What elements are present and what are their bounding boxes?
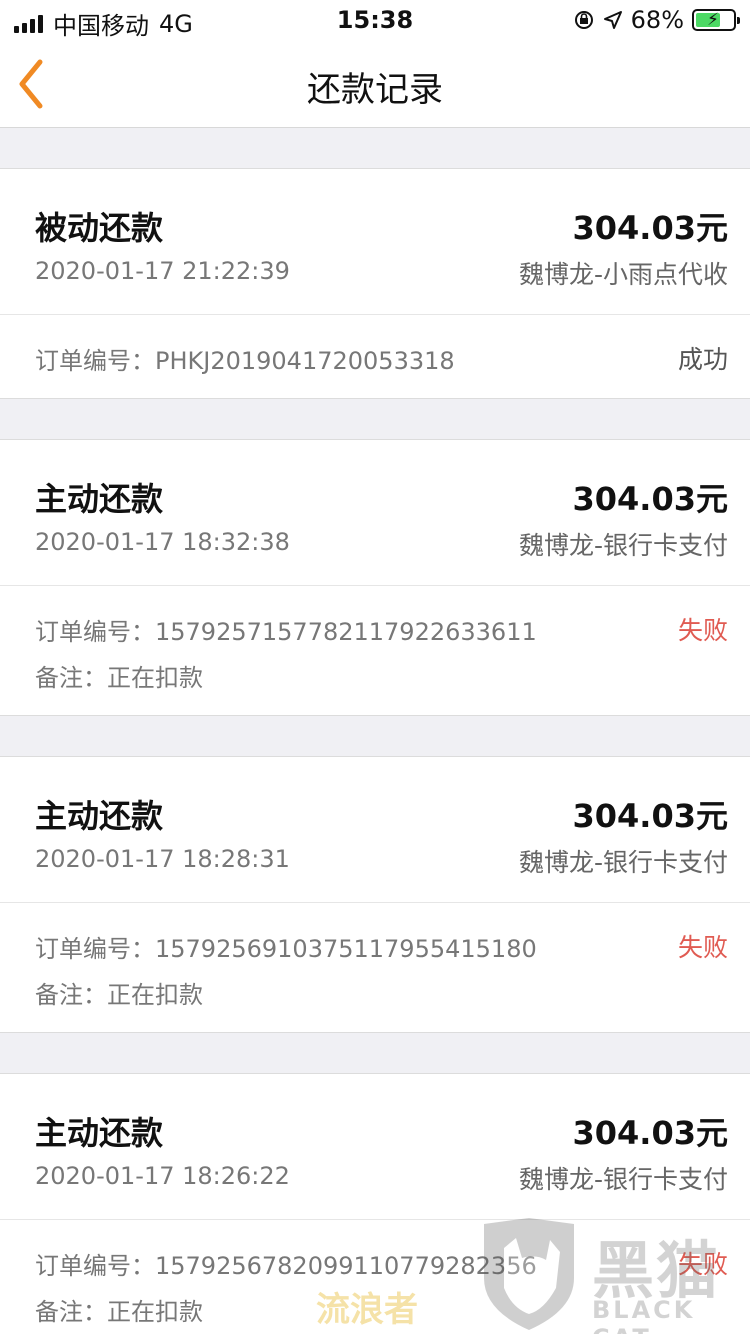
record-type: 主动还款: [35, 797, 164, 835]
record-status: 失败: [677, 933, 728, 962]
record-amount: 304.03元: [572, 1114, 729, 1152]
record-type: 主动还款: [35, 1114, 164, 1152]
record-amount: 304.03元: [572, 797, 729, 835]
record-status: 成功: [677, 345, 728, 374]
record-type: 主动还款: [35, 480, 164, 518]
record-type: 被动还款: [35, 209, 164, 247]
record-summary: 主动还款 304.03元 2020-01-17 18:26:22 魏博龙-银行卡…: [0, 1074, 750, 1220]
repayment-record[interactable]: 被动还款 304.03元 2020-01-17 21:22:39 魏博龙-小雨点…: [0, 168, 750, 399]
record-status: 失败: [677, 616, 728, 645]
record-time: 2020-01-17 18:32:38: [35, 528, 290, 556]
record-detail: 订单编号：157925678209911077928235​6 失败 备注：正在…: [0, 1220, 750, 1334]
nav-bar: 还款记录: [0, 40, 750, 128]
location-icon: [603, 11, 622, 29]
record-channel: 魏博龙-小雨点代收: [518, 260, 728, 289]
battery-icon: ⚡: [692, 9, 740, 31]
page-title: 还款记录: [307, 70, 443, 110]
record-summary: 主动还款 304.03元 2020-01-17 18:28:31 魏博龙-银行卡…: [0, 757, 750, 903]
record-time: 2020-01-17 21:22:39: [35, 257, 290, 285]
battery-percent: 68%: [630, 6, 684, 34]
order-number: 订单编号：157925715778211792263361​1: [35, 618, 537, 646]
record-summary: 被动还款 304.03元 2020-01-17 21:22:39 魏博龙-小雨点…: [0, 169, 750, 315]
record-time: 2020-01-17 18:28:31: [35, 845, 290, 873]
status-bar: 中国移动 4G 15:38 68% ⚡: [0, 0, 750, 40]
record-detail: 订单编号：PHKJ2019041720053318 成功: [0, 315, 750, 399]
charging-icon: ⚡: [707, 10, 719, 30]
order-number: 订单编号：157925678209911077928235​6: [35, 1252, 537, 1280]
record-channel: 魏博龙-银行卡支付: [518, 531, 728, 560]
record-amount: 304.03元: [572, 480, 729, 518]
record-channel: 魏博龙-银行卡支付: [518, 848, 728, 877]
record-detail: 订单编号：157925691037511795541518​0 失败 备注：正在…: [0, 903, 750, 1033]
rotation-lock-icon: [574, 11, 593, 29]
status-right: 68% ⚡: [573, 6, 740, 34]
record-summary: 主动还款 304.03元 2020-01-17 18:32:38 魏博龙-银行卡…: [0, 440, 750, 586]
repayment-record[interactable]: 主动还款 304.03元 2020-01-17 18:28:31 魏博龙-银行卡…: [0, 756, 750, 1033]
record-status: 失败: [677, 1250, 728, 1279]
order-number: 订单编号：157925691037511795541518​0: [35, 935, 537, 963]
record-note: 备注：正在扣款: [35, 664, 203, 692]
record-note: 备注：正在扣款: [35, 1298, 203, 1326]
record-detail: 订单编号：157925715778211792263361​1 失败 备注：正在…: [0, 586, 750, 716]
record-time: 2020-01-17 18:26:22: [35, 1162, 290, 1190]
repayment-record[interactable]: 主动还款 304.03元 2020-01-17 18:26:22 魏博龙-银行卡…: [0, 1073, 750, 1334]
record-amount: 304.03元: [572, 209, 729, 247]
record-note: 备注：正在扣款: [35, 981, 203, 1009]
repayment-record[interactable]: 主动还款 304.03元 2020-01-17 18:32:38 魏博龙-银行卡…: [0, 439, 750, 716]
order-number: 订单编号：PHKJ2019041720053318: [35, 347, 455, 375]
record-channel: 魏博龙-银行卡支付: [518, 1165, 728, 1194]
